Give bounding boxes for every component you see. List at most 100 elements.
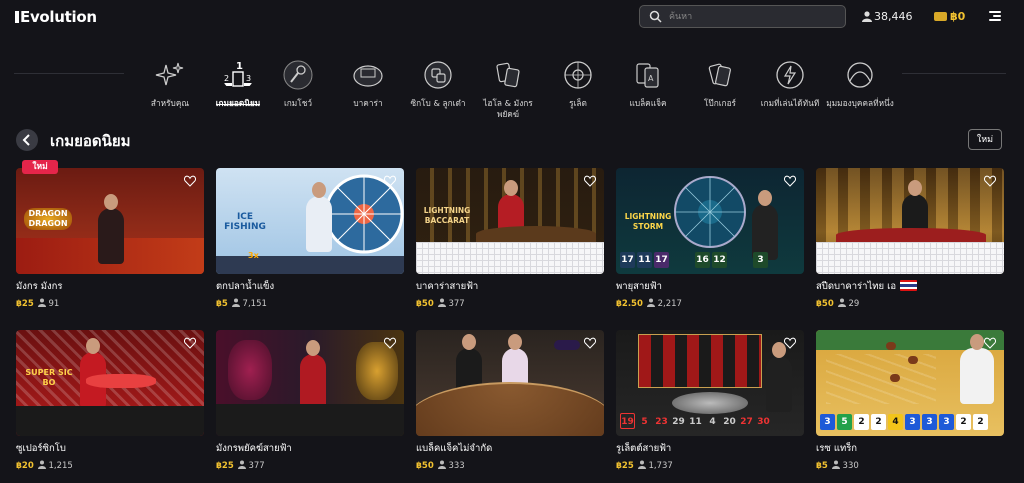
player-count: 330 (842, 461, 859, 471)
person-icon (437, 298, 446, 307)
player-count: 1,737 (648, 461, 673, 471)
balance[interactable]: ฿0 (934, 10, 965, 23)
game-tile-lightning-baccarat[interactable]: LIGHTNING BACCARAT บาคาร่าสายฟ้า ฿50 377 (416, 168, 604, 309)
heart-icon[interactable] (184, 175, 196, 187)
heart-icon[interactable] (184, 337, 196, 349)
search-box[interactable] (639, 5, 846, 28)
category-poker[interactable]: โป๊กเกอร์ (684, 50, 756, 120)
game-logo: ICE FISHING (224, 212, 266, 232)
min-bet: ฿25 (216, 461, 234, 471)
sparkles-icon (155, 62, 184, 86)
person-icon (37, 298, 46, 307)
category-for-you[interactable]: สำหรับคุณ (134, 50, 206, 120)
person-icon (231, 298, 240, 307)
game-tile-speed-baccarat-thai-a[interactable]: สปีดบาคาร่าไทย เอ ฿50 29 (816, 168, 1004, 309)
player-count: 377 (248, 461, 265, 471)
svg-text:3: 3 (246, 74, 251, 83)
category-label: มุมมองบุคคลที่หนึ่ง (826, 98, 894, 108)
heart-icon[interactable] (784, 175, 796, 187)
game-meta: ฿25 1,737 (616, 460, 804, 471)
game-name: เรซ แทร็ก (816, 443, 858, 454)
game-thumbnail[interactable]: 3522433322 (816, 330, 1004, 436)
category-first-person[interactable]: มุมมองบุคคลที่หนึ่ง (824, 50, 896, 120)
min-bet: ฿50 (816, 299, 834, 309)
game-name: บาคาร่าสายฟ้า (416, 281, 479, 292)
person-icon (837, 298, 846, 307)
category-nav: สำหรับคุณ 123 เกมยอดนิยม เกมโชว์ บาคาร่า… (134, 50, 894, 120)
heart-icon[interactable] (984, 337, 996, 349)
section-title: เกมยอดนิยม (50, 132, 131, 150)
game-thumbnail[interactable] (416, 330, 604, 436)
player-count: 333 (448, 461, 465, 471)
new-badge: ใหม่ (22, 160, 58, 174)
game-tile-infinite-blackjack[interactable]: แบล็คแจ็คไม่จำกัด ฿50 333 (416, 330, 604, 471)
game-tile-dragon-dragon[interactable]: DRAGON DRAGON มังกร มังกร ฿25 91 (16, 168, 204, 309)
min-bet: ฿25 (616, 461, 634, 471)
game-thumbnail[interactable]: DRAGON DRAGON (16, 168, 204, 274)
heart-icon[interactable] (384, 337, 396, 349)
game-thumbnail[interactable] (216, 330, 404, 436)
game-tile-lightning-storm[interactable]: LIGHTNING STORM 17 11 17 16 12 3 พายุสายฟ้า ฿… (616, 168, 804, 309)
evolution-logo[interactable]: Evolution (15, 8, 97, 26)
category-game-shows[interactable]: เกมโชว์ (262, 50, 334, 120)
game-thumbnail[interactable] (816, 168, 1004, 274)
dragon-tiger-icon (496, 62, 520, 88)
heart-icon[interactable] (984, 175, 996, 187)
baccarat-icon (353, 65, 383, 87)
game-thumbnail[interactable]: SUPER SIC BO (16, 330, 204, 436)
heart-icon[interactable] (784, 337, 796, 349)
game-tile-lightning-roulette[interactable]: 19 5 23 29 11 4 20 27 30 รูเล็ตต์สายฟ้า ฿25 1,73… (616, 330, 804, 471)
heart-icon[interactable] (584, 175, 596, 187)
menu-button[interactable] (989, 11, 1001, 21)
category-label: โป๊กเกอร์ (703, 98, 737, 108)
heart-icon[interactable] (384, 175, 396, 187)
category-baccarat[interactable]: บาคาร่า (332, 50, 404, 120)
category-label: ซิกโบ & ลูกเต๋า (410, 98, 466, 108)
game-tile-race-track[interactable]: 3522433322 เรซ แทร็ก ฿5 330 (816, 330, 1004, 471)
min-bet: ฿50 (416, 461, 434, 471)
result-history: 17 11 17 16 12 3 (620, 252, 770, 268)
category-blackjack[interactable]: A แบล็คแจ็ค (612, 50, 684, 120)
game-thumbnail[interactable]: LIGHTNING STORM 17 11 17 16 12 3 (616, 168, 804, 274)
game-logo: LIGHTNING BACCARAT (423, 206, 471, 225)
category-label: เกมโชว์ (283, 98, 313, 108)
min-bet: ฿5 (816, 461, 828, 471)
thailand-flag-icon (900, 280, 918, 291)
filter-new-button[interactable]: ใหม่ (968, 129, 1002, 150)
blackjack-icon: A (636, 63, 659, 88)
back-button[interactable] (16, 129, 38, 151)
person-icon (831, 460, 840, 469)
game-meta: ฿25 377 (216, 460, 404, 471)
heart-icon[interactable] (584, 337, 596, 349)
person-icon (637, 460, 646, 469)
player-count: 91 (48, 299, 60, 309)
category-hilo-dragon-tiger[interactable]: ไฮโล & มังกร พยัคฆ์ (472, 50, 544, 120)
category-label: ไฮโล & มังกร พยัคฆ์ (483, 98, 533, 119)
active-underline (216, 104, 260, 105)
category-instant-games[interactable]: เกมที่เล่นได้ทันที (754, 50, 826, 120)
race-numbers: 3522433322 (820, 414, 990, 430)
category-sicbo-dice[interactable]: ซิกโบ & ลูกเต๋า (402, 50, 474, 120)
player-count: 7,151 (242, 299, 267, 309)
game-logo: DRAGON DRAGON (24, 208, 72, 230)
game-tile-lightning-dragon-tiger[interactable]: มังกรพยัคฆ์สายฟ้า ฿25 377 (216, 330, 404, 471)
svg-text:2: 2 (224, 74, 229, 83)
game-tile-ice-fishing[interactable]: ICE FISHING 3x ตกปลาน้ำแข็ง ฿5 7,151 (216, 168, 404, 309)
player-count: 1,215 (48, 461, 73, 471)
game-thumbnail[interactable]: LIGHTNING BACCARAT (416, 168, 604, 274)
search-input[interactable] (669, 9, 839, 25)
min-bet: ฿2.50 (616, 299, 643, 309)
category-roulette[interactable]: รูเล็ต (542, 50, 614, 120)
lightning-icon (776, 61, 804, 89)
game-thumbnail[interactable]: 19 5 23 29 11 4 20 27 30 (616, 330, 804, 436)
game-name: พายุสายฟ้า (616, 281, 662, 292)
game-name: ซูเปอร์ซิกโบ (16, 443, 66, 454)
game-tile-super-sicbo[interactable]: SUPER SIC BO ซูเปอร์ซิกโบ ฿20 1,215 (16, 330, 204, 471)
min-bet: ฿5 (216, 299, 228, 309)
podium-icon: 12 3 (223, 61, 253, 87)
wallet-icon (934, 12, 947, 21)
game-meta: ฿25 91 (16, 298, 204, 309)
game-thumbnail[interactable]: ICE FISHING 3x (216, 168, 404, 274)
person-icon (646, 298, 655, 307)
game-meta: ฿20 1,215 (16, 460, 204, 471)
